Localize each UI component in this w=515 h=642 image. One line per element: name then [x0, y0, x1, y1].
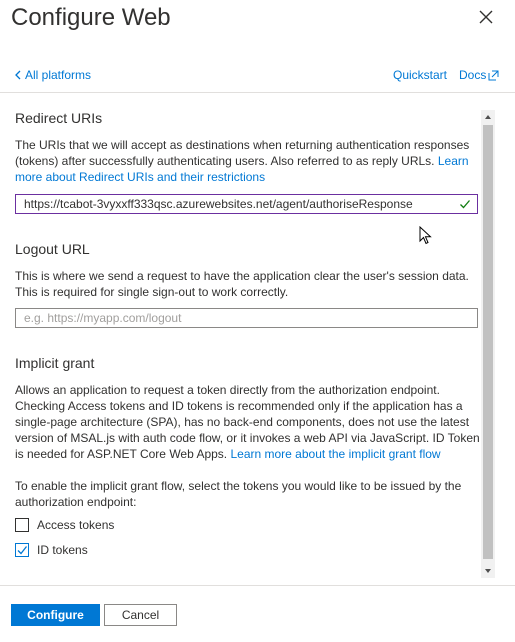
redirect-uris-heading: Redirect URIs	[15, 110, 103, 126]
scroll-content: Redirect URIs The URIs that we will acce…	[15, 93, 480, 583]
footer-divider	[0, 585, 515, 586]
scroll-up-arrow-icon[interactable]	[481, 112, 495, 122]
docs-link-label: Docs	[459, 68, 487, 82]
id-tokens-checkbox[interactable]	[15, 543, 29, 557]
access-tokens-option[interactable]: Access tokens	[15, 518, 114, 532]
cancel-button[interactable]: Cancel	[104, 604, 177, 626]
logout-url-input[interactable]: e.g. https://myapp.com/logout	[15, 308, 478, 328]
implicit-grant-description: Allows an application to request a token…	[15, 382, 480, 462]
redirect-description-text: The URIs that we will accept as destinat…	[15, 138, 470, 168]
scrollbar-thumb[interactable]	[483, 125, 493, 559]
nav-row: All platforms Quickstart Docs	[0, 62, 515, 90]
access-tokens-label: Access tokens	[37, 518, 115, 532]
configure-button[interactable]: Configure	[11, 604, 100, 626]
implicit-grant-learn-more-link[interactable]: Learn more about the implicit grant flow	[230, 447, 440, 461]
chevron-left-icon	[15, 70, 21, 80]
implicit-grant-heading: Implicit grant	[15, 355, 95, 371]
redirect-uris-description: The URIs that we will accept as destinat…	[15, 137, 480, 185]
redirect-uri-value: https://tcabot-3vyxxff333qsc.azurewebsit…	[24, 197, 413, 211]
panel-title: Configure Web	[11, 4, 171, 31]
redirect-uri-input[interactable]: https://tcabot-3vyxxff333qsc.azurewebsit…	[15, 194, 478, 214]
check-icon	[460, 200, 470, 209]
back-link-label: All platforms	[25, 68, 92, 82]
access-tokens-checkbox[interactable]	[15, 518, 29, 532]
scroll-down-arrow-icon[interactable]	[481, 566, 495, 576]
checkbox-check-icon	[17, 546, 28, 555]
logout-url-placeholder: e.g. https://myapp.com/logout	[24, 311, 182, 325]
logout-url-heading: Logout URL	[15, 241, 90, 257]
vertical-scrollbar[interactable]	[481, 110, 495, 578]
close-icon[interactable]	[478, 9, 494, 25]
mouse-cursor-icon	[419, 226, 432, 245]
logout-url-description: This is where we send a request to have …	[15, 269, 469, 299]
implicit-grant-instruction: To enable the implicit grant flow, selec…	[15, 479, 462, 509]
external-link-icon	[488, 70, 499, 80]
quickstart-link[interactable]: Quickstart	[393, 68, 447, 82]
id-tokens-label: ID tokens	[37, 543, 88, 557]
id-tokens-option[interactable]: ID tokens	[15, 543, 88, 557]
docs-link[interactable]: Docs	[459, 68, 499, 82]
back-to-all-platforms-link[interactable]: All platforms	[15, 68, 91, 82]
